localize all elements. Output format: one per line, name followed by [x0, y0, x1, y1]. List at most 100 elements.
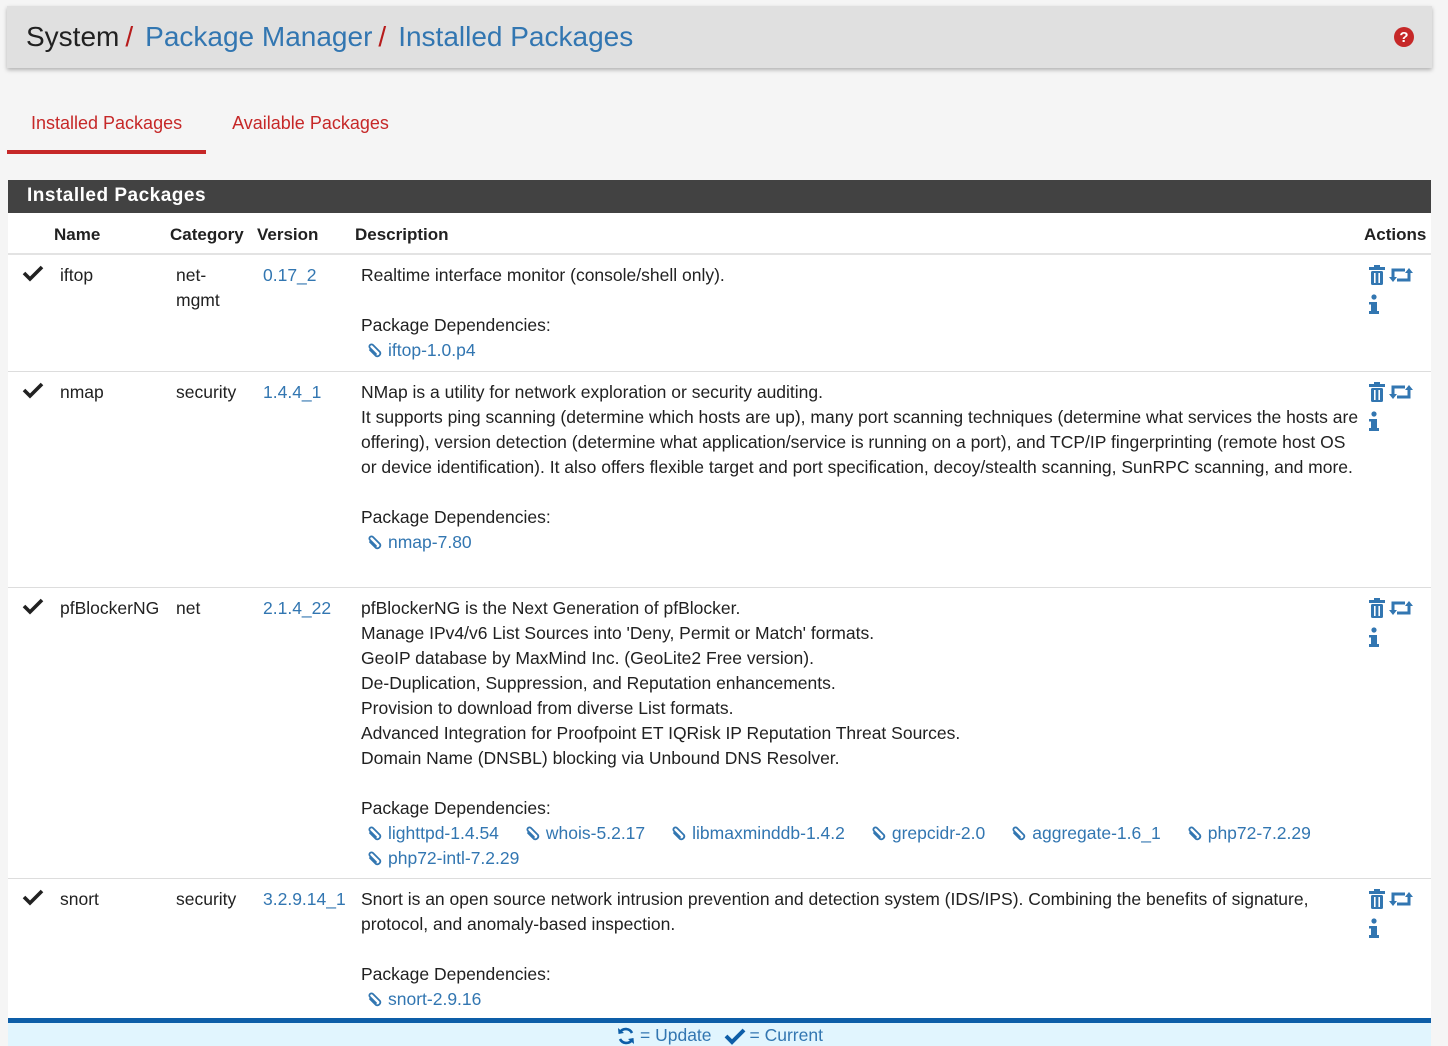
reinstall-icon[interactable]	[1388, 890, 1414, 908]
package-dependencies: Package Dependencies: lighttpd-1.4.54 whoi…	[361, 796, 1361, 871]
paperclip-icon	[368, 535, 382, 549]
installed-status	[22, 597, 44, 622]
package-info-button[interactable]	[1369, 294, 1379, 318]
package-dependencies: Package Dependencies: nmap-7.80	[361, 505, 1361, 555]
dependency-link[interactable]: php72-7.2.29	[1185, 821, 1311, 846]
reinstall-icon[interactable]	[1388, 266, 1414, 284]
breadcrumb-separator: /	[125, 21, 134, 52]
info-icon[interactable]	[1369, 411, 1379, 431]
trash-icon[interactable]	[1368, 889, 1386, 909]
legend-update: = Update	[616, 1025, 712, 1046]
dependencies-label: Package Dependencies:	[361, 315, 551, 335]
dependency-label: aggregate-1.6_1	[1032, 823, 1161, 843]
dependency-link[interactable]: aggregate-1.6_1	[1009, 821, 1161, 846]
remove-package-button[interactable]	[1368, 382, 1386, 409]
package-description-line: Manage IPv4/v6 List Sources into 'Deny, …	[361, 623, 875, 643]
installed-packages-panel: Installed Packages Name Category Version…	[8, 180, 1431, 1046]
dependencies-label: Package Dependencies:	[361, 507, 551, 527]
package-dependencies: Package Dependencies: iftop-1.0.p4	[361, 313, 1361, 363]
legend-update-label: = Update	[640, 1025, 712, 1045]
paperclip-icon	[1012, 826, 1026, 840]
paperclip-icon	[368, 826, 382, 840]
breadcrumb-installed-packages[interactable]: Installed Packages	[398, 23, 633, 51]
installed-status	[22, 888, 44, 913]
package-description-line: Advanced Integration for Proofpoint ET I…	[361, 723, 961, 743]
legend-current-label: = Current	[749, 1025, 823, 1045]
package-name: nmap	[60, 382, 104, 402]
paperclip-icon	[368, 851, 382, 865]
table-row: pfBlockerNG net 2.1.4_22 pfBlockerNG is the…	[8, 588, 1431, 879]
check-icon	[724, 1028, 745, 1045]
remove-package-button[interactable]	[1368, 598, 1386, 625]
tab-installed-packages[interactable]: Installed Packages	[7, 96, 207, 154]
table-row: iftop net-mgmt 0.17_2 Realtime interface mo…	[8, 255, 1431, 372]
dependency-link[interactable]: snort-2.9.16	[365, 987, 481, 1012]
trash-icon[interactable]	[1368, 382, 1386, 402]
dependency-label: php72-7.2.29	[1207, 823, 1311, 843]
package-actions	[1368, 889, 1424, 945]
panel-title: Installed Packages	[8, 180, 1431, 213]
legend-bar: = Update = Current	[8, 1018, 1431, 1046]
check-icon	[22, 265, 44, 282]
package-info-button[interactable]	[1369, 627, 1379, 651]
package-version-link[interactable]: 1.4.4_1	[263, 380, 321, 405]
dependency-link[interactable]: php72-intl-7.2.29	[365, 846, 519, 871]
dependencies-label: Package Dependencies:	[361, 964, 551, 984]
dependency-link[interactable]: iftop-1.0.p4	[365, 338, 476, 363]
question-circle-icon[interactable]: ?	[1394, 27, 1414, 47]
package-version-link[interactable]: 3.2.9.14_1	[263, 887, 346, 912]
trash-icon[interactable]	[1368, 598, 1386, 618]
column-header-category: Category	[170, 225, 244, 244]
remove-package-button[interactable]	[1368, 889, 1386, 916]
info-icon[interactable]	[1369, 627, 1379, 647]
paperclip-icon	[672, 826, 686, 840]
package-description: Snort is an open source network intrusio…	[361, 887, 1361, 1012]
check-icon	[22, 889, 44, 906]
dependency-label: php72-intl-7.2.29	[388, 848, 520, 868]
trash-icon[interactable]	[1368, 265, 1386, 285]
package-description: pfBlockerNG is the Next Generation of pf…	[361, 596, 1361, 871]
package-description: Realtime interface monitor (console/shel…	[361, 263, 1361, 363]
legend-current: = Current	[724, 1025, 823, 1046]
reinstall-icon[interactable]	[1388, 383, 1414, 401]
dependency-list: iftop-1.0.p4	[361, 338, 1361, 363]
package-category: security	[176, 382, 237, 402]
info-icon[interactable]	[1369, 294, 1379, 314]
package-category: net	[176, 598, 201, 618]
dependency-link[interactable]: nmap-7.80	[365, 530, 472, 555]
reinstall-icon[interactable]	[1388, 599, 1414, 617]
dependency-link[interactable]: whois-5.2.17	[523, 821, 645, 846]
package-table-body: iftop net-mgmt 0.17_2 Realtime interface mo…	[8, 255, 1431, 1019]
remove-package-button[interactable]	[1368, 265, 1386, 292]
dependency-label: lighttpd-1.4.54	[388, 823, 499, 843]
reinstall-package-button[interactable]	[1388, 890, 1414, 915]
breadcrumb-package-manager[interactable]: Package Manager	[145, 23, 372, 51]
dependency-link[interactable]: grepcidr-2.0	[869, 821, 985, 846]
dependency-link[interactable]: libmaxminddb-1.4.2	[669, 821, 845, 846]
column-header-actions: Actions	[1364, 225, 1427, 244]
reinstall-package-button[interactable]	[1388, 599, 1414, 624]
dependency-list: nmap-7.80	[361, 530, 1361, 555]
package-version-link[interactable]: 0.17_2	[263, 263, 317, 288]
tab-available-packages[interactable]: Available Packages	[208, 96, 413, 154]
reinstall-package-button[interactable]	[1388, 266, 1414, 291]
dependency-label: whois-5.2.17	[545, 823, 646, 843]
dependency-link[interactable]: lighttpd-1.4.54	[365, 821, 499, 846]
table-row: nmap security 1.4.4_1 NMap is a utility for…	[8, 372, 1431, 588]
column-header-version: Version	[257, 225, 319, 244]
dependency-label: grepcidr-2.0	[891, 823, 986, 843]
info-icon[interactable]	[1369, 918, 1379, 938]
package-description-line: Snort is an open source network intrusio…	[361, 889, 1309, 934]
package-description-line: GeoIP database by MaxMind Inc. (GeoLite2…	[361, 648, 814, 668]
reinstall-package-button[interactable]	[1388, 383, 1414, 408]
package-version-link[interactable]: 2.1.4_22	[263, 596, 331, 621]
paperclip-icon	[526, 826, 540, 840]
package-info-button[interactable]	[1369, 918, 1379, 942]
refresh-icon	[618, 1027, 635, 1044]
package-description-line: Realtime interface monitor (console/shel…	[361, 265, 725, 285]
package-info-button[interactable]	[1369, 411, 1379, 435]
table-row: snort security 3.2.9.14_1 Snort is an open …	[8, 879, 1431, 1019]
paperclip-icon	[1188, 826, 1201, 840]
package-description-line: Provision to download from diverse List …	[361, 698, 734, 718]
package-category: security	[176, 889, 237, 909]
